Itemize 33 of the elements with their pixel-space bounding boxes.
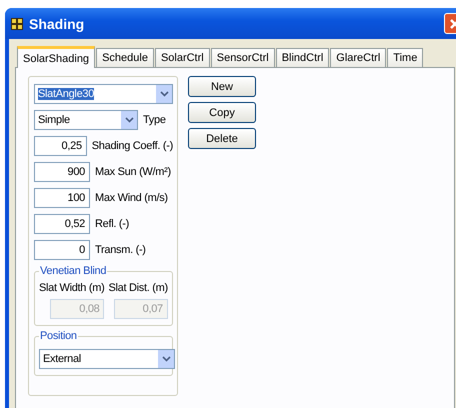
field-label: Shading Coeff. (-) bbox=[92, 140, 173, 152]
input-field[interactable]: 0,52 bbox=[34, 214, 90, 234]
input-field[interactable]: 0 bbox=[34, 240, 90, 260]
group-title: Position bbox=[39, 330, 78, 342]
tab[interactable]: SolarCtrl bbox=[154, 48, 210, 67]
action-button[interactable]: Copy bbox=[188, 102, 256, 123]
chevron-down-icon bbox=[156, 85, 172, 103]
tab[interactable]: GlareCtrl bbox=[330, 48, 386, 67]
tab[interactable]: SolarShading bbox=[17, 46, 96, 68]
chevron-down-icon bbox=[121, 111, 137, 129]
group-title: Venetian Blind bbox=[39, 265, 108, 277]
field-label: Slat Width (m) bbox=[39, 282, 104, 294]
field-label: Refl. (-) bbox=[95, 218, 129, 230]
field-label: Type bbox=[143, 114, 166, 126]
action-button[interactable]: Delete bbox=[188, 128, 256, 149]
input-field[interactable]: 900 bbox=[34, 162, 90, 182]
tab[interactable]: SensorCtrl bbox=[210, 48, 275, 67]
field-label: Slat Dist. (m) bbox=[108, 282, 168, 294]
field-label: Max Wind (m/s) bbox=[95, 192, 168, 204]
chevron-down-icon bbox=[158, 350, 174, 368]
type-dropdown[interactable]: Simple bbox=[34, 110, 138, 130]
grid-icon bbox=[11, 18, 23, 30]
shading-dropdown[interactable]: SlatAngle30 bbox=[34, 84, 173, 104]
tab[interactable]: BlindCtrl bbox=[276, 48, 330, 67]
field-label: Transm. (-) bbox=[95, 244, 146, 256]
tab[interactable]: Schedule bbox=[96, 48, 154, 67]
field-label: Max Sun (W/m²) bbox=[95, 166, 171, 178]
window-title: Shading bbox=[29, 16, 84, 32]
input-field[interactable]: 100 bbox=[34, 188, 90, 208]
action-button[interactable]: New bbox=[188, 76, 256, 97]
position-dropdown[interactable]: External bbox=[39, 349, 175, 369]
tab[interactable]: Time bbox=[387, 48, 424, 67]
input-field[interactable]: 0,25 bbox=[34, 136, 87, 156]
